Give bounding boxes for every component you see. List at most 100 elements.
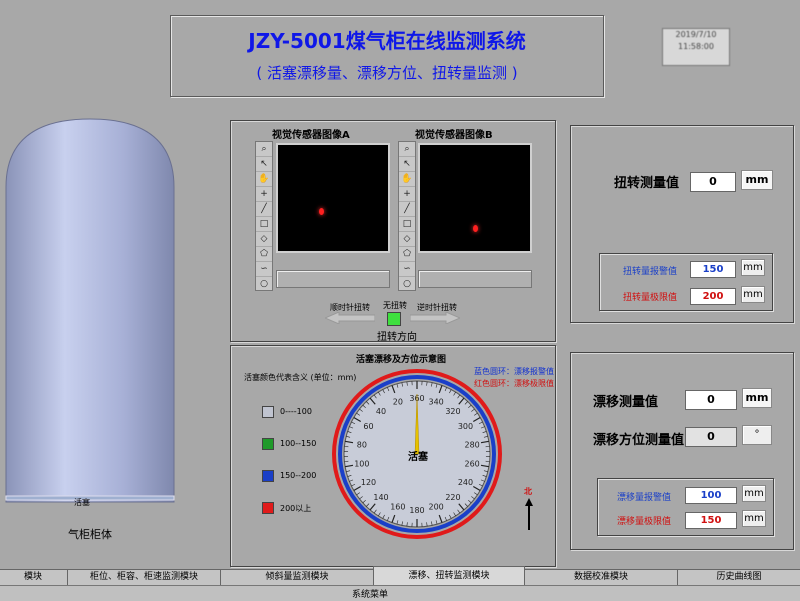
dial-tick-label: 100: [354, 460, 369, 469]
rotation-alarm-value[interactable]: 150: [690, 261, 736, 278]
legend-label: 150--200: [280, 471, 316, 480]
laser-spot-a: [319, 208, 324, 215]
camera-b-scrollbar[interactable]: [418, 270, 532, 288]
dial-tick-label: 280: [465, 440, 480, 449]
polygon-icon[interactable]: ⬠: [399, 247, 415, 262]
drift-alarm-unit: mm: [742, 485, 766, 502]
tab-calibration[interactable]: 数据校准模块: [524, 569, 678, 586]
camera-a-toolbar[interactable]: ⌕ ↖ ✋ + ╱ □ ◇ ⬠ ∽ ○: [255, 141, 273, 291]
bottom-menu-bar: 系统菜单: [0, 585, 800, 601]
drift-alarm-label: 漂移量报警值: [617, 490, 671, 503]
legend-label: 100--150: [280, 439, 316, 448]
crosshair-icon[interactable]: +: [399, 187, 415, 202]
tab-drift-rotation[interactable]: 漂移、扭转监测模块: [373, 566, 525, 585]
camera-b-label: 视觉传感器图像B: [415, 126, 493, 141]
system-menu-label[interactable]: 系统菜单: [352, 587, 388, 600]
camera-a-label: 视觉传感器图像A: [272, 126, 350, 141]
legend-swatch: [262, 470, 274, 482]
drift-limit-unit: mm: [742, 510, 766, 527]
drift-measured-value: 0: [685, 390, 737, 410]
diagram-title: 活塞漂移及方位示意图: [356, 352, 446, 365]
zoom-icon[interactable]: ⌕: [256, 142, 272, 157]
crosshair-icon[interactable]: +: [256, 187, 272, 202]
legend-swatch: [262, 502, 274, 514]
dial-tick-label: 320: [445, 407, 460, 416]
rect-icon[interactable]: □: [256, 217, 272, 232]
freehand-icon[interactable]: ∽: [399, 262, 415, 277]
dial-tick-label: 240: [458, 478, 473, 487]
dial-tick-label: 20: [393, 397, 403, 406]
tab-history[interactable]: 历史曲线图: [677, 569, 800, 586]
piston-center-label: 活塞: [408, 448, 428, 463]
dial-tick-label: 260: [465, 460, 480, 469]
date-text: 2019/7/10: [663, 29, 729, 41]
circle-icon[interactable]: ○: [256, 277, 272, 292]
drift-alarm-value[interactable]: 100: [685, 487, 737, 504]
dial-tick-label: 40: [376, 407, 386, 416]
rotation-direction-label: 扭转方向: [377, 328, 417, 343]
rotation-limit-unit: mm: [741, 286, 765, 303]
app-subtitle: ( 活塞漂移量、漂移方位、扭转量监测 ): [170, 62, 604, 83]
rotation-measured-label: 扭转测量值: [614, 172, 679, 191]
drift-direction-value: 0: [685, 427, 737, 447]
tab-module[interactable]: 模块: [0, 569, 68, 586]
dial-tick-label: 340: [429, 397, 444, 406]
rotated-rect-icon[interactable]: ◇: [256, 232, 272, 247]
app-title: JZY-5001煤气柜在线监测系统: [170, 25, 604, 54]
legend-swatch: [262, 406, 274, 418]
dial-tick-label: 300: [458, 422, 473, 431]
circle-icon[interactable]: ○: [399, 277, 415, 292]
dial-tick-label: 120: [361, 478, 376, 487]
pointer-icon[interactable]: ↖: [256, 157, 272, 172]
dial-tick-label: 160: [390, 503, 405, 512]
legend-swatch: [262, 438, 274, 450]
rotation-limit-value[interactable]: 200: [690, 288, 736, 305]
dial-tick-label: 200: [429, 503, 444, 512]
tab-level-volume-speed[interactable]: 柜位、柜容、柜速监测模块: [67, 569, 221, 586]
line-icon[interactable]: ╱: [256, 202, 272, 217]
dial-tick-label: 140: [373, 493, 388, 502]
rotated-rect-icon[interactable]: ◇: [399, 232, 415, 247]
laser-spot-b: [473, 225, 478, 232]
north-label: 北: [524, 486, 532, 497]
camera-a-view[interactable]: [276, 143, 390, 253]
drift-direction-label: 漂移方位测量值: [593, 429, 684, 448]
rotation-measured-value: 0: [690, 172, 736, 192]
no-rotation-label: 无扭转: [383, 300, 407, 311]
drift-limit-value[interactable]: 150: [685, 512, 737, 529]
zoom-icon[interactable]: ⌕: [399, 142, 415, 157]
drift-measured-label: 漂移测量值: [593, 391, 658, 410]
camera-b-view[interactable]: [418, 143, 532, 253]
rotation-alarm-label: 扭转量报警值: [623, 264, 677, 277]
drift-unit: mm: [742, 388, 772, 408]
rotation-led: [387, 312, 401, 326]
dial-tick-label: 180: [409, 506, 424, 515]
pan-icon[interactable]: ✋: [256, 172, 272, 187]
dial-tick-label: 60: [363, 422, 373, 431]
north-arrow-icon: [524, 498, 534, 530]
rotation-limit-label: 扭转量极限值: [623, 290, 677, 303]
dial-tick-label: 220: [445, 493, 460, 502]
polygon-icon[interactable]: ⬠: [256, 247, 272, 262]
freehand-icon[interactable]: ∽: [256, 262, 272, 277]
line-icon[interactable]: ╱: [399, 202, 415, 217]
tab-tilt[interactable]: 倾斜量监测模块: [220, 569, 374, 586]
datetime-display: 2019/7/10 11:58:00: [662, 28, 730, 66]
camera-a-scrollbar[interactable]: [276, 270, 390, 288]
piston-label: 活塞: [74, 497, 90, 508]
camera-b-toolbar[interactable]: ⌕ ↖ ✋ + ╱ □ ◇ ⬠ ∽ ○: [398, 141, 416, 291]
pointer-icon[interactable]: ↖: [399, 157, 415, 172]
time-text: 11:58:00: [663, 41, 729, 53]
rotation-unit: mm: [741, 170, 773, 190]
gas-tank-illustration: [4, 117, 176, 507]
tank-label: 气柜柜体: [4, 526, 176, 542]
dial-tick-label: 80: [357, 440, 367, 449]
pan-icon[interactable]: ✋: [399, 172, 415, 187]
drift-limit-label: 漂移量极限值: [617, 514, 671, 527]
cw-arrow-icon: [410, 312, 460, 324]
rotation-alarm-unit: mm: [741, 259, 765, 276]
legend-label: 0----100: [280, 407, 312, 416]
drift-direction-unit: °: [742, 425, 772, 445]
legend-label: 200以上: [280, 503, 311, 514]
rect-icon[interactable]: □: [399, 217, 415, 232]
